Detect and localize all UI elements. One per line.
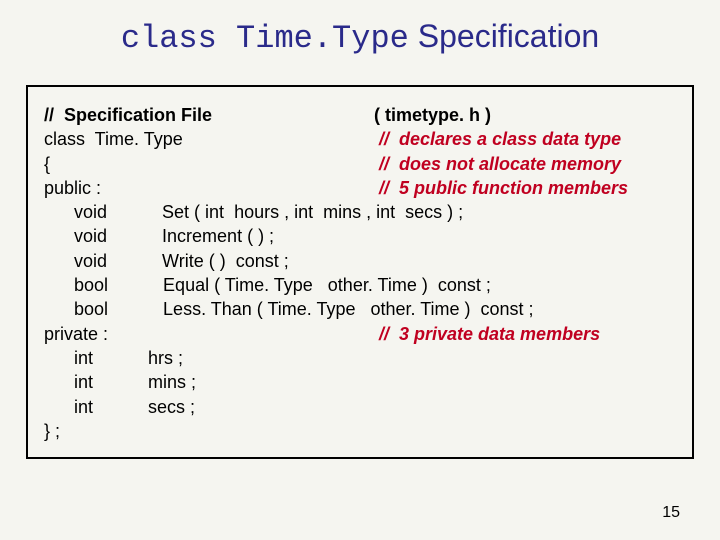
comment-declares: // declares a class data type [379,127,621,151]
code-line: void Write ( ) const ; [44,249,676,273]
page-number: 15 [662,504,680,522]
code-line: int secs ; [44,395,676,419]
member-equal: bool Equal ( Time. Type other. Time ) co… [44,273,491,297]
code-line: private : // 3 private data members [44,322,676,346]
class-decl: class Time. Type [44,127,379,151]
code-line: class Time. Type // declares a class dat… [44,127,676,151]
spec-file-comment: // Specification File [44,103,374,127]
code-line: void Increment ( ) ; [44,224,676,248]
member-increment: void Increment ( ) ; [44,224,274,248]
data-hrs: int hrs ; [44,346,183,370]
code-line: bool Less. Than ( Time. Type other. Time… [44,297,676,321]
code-line: } ; [44,419,676,443]
member-lessthan: bool Less. Than ( Time. Type other. Time… [44,297,534,321]
comment-public: // 5 public function members [379,176,628,200]
code-line: public : // 5 public function members [44,176,676,200]
member-set: void Set ( int hours , int mins , int se… [44,200,463,224]
member-write: void Write ( ) const ; [44,249,289,273]
title-code-part: class Time.Type [121,20,409,57]
private-label: private : [44,322,379,346]
data-secs: int secs ; [44,395,195,419]
open-brace: { [44,152,379,176]
close-brace: } ; [44,419,60,443]
filename: ( timetype. h ) [374,103,491,127]
code-line: // Specification File ( timetype. h ) [44,103,676,127]
comment-private: // 3 private data members [379,322,600,346]
title-spec-part: Specification [409,18,599,54]
data-mins: int mins ; [44,370,196,394]
comment-memory: // does not allocate memory [379,152,621,176]
code-line: bool Equal ( Time. Type other. Time ) co… [44,273,676,297]
code-line: void Set ( int hours , int mins , int se… [44,200,676,224]
code-line: int mins ; [44,370,676,394]
code-line: int hrs ; [44,346,676,370]
code-box: // Specification File ( timetype. h ) cl… [26,85,694,459]
code-line: { // does not allocate memory [44,152,676,176]
public-label: public : [44,176,379,200]
slide-title: class Time.Type Specification [0,0,720,75]
